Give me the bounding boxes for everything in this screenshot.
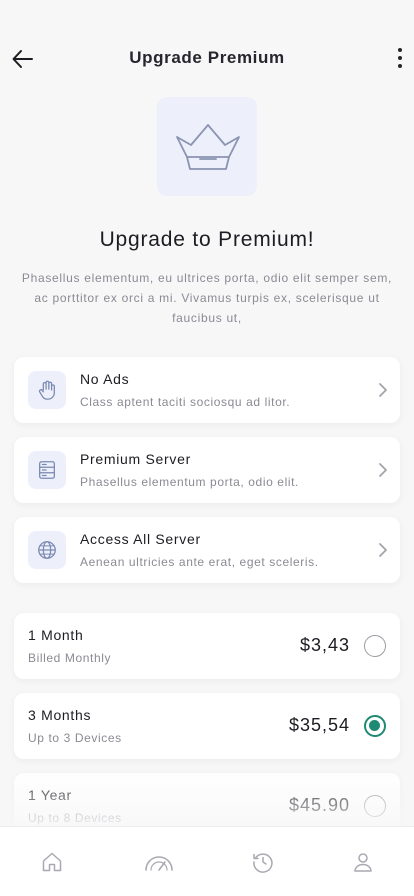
plan-title: 1 Year	[28, 787, 72, 803]
bottom-navigation	[0, 826, 414, 896]
plan-price: $35,54	[288, 715, 350, 735]
plan-subtitle: Billed Monthly	[28, 651, 112, 665]
page-title: Upgrade Premium	[129, 48, 285, 67]
feature-icon-box	[28, 371, 66, 409]
plan-subtitle: Up to 3 Devices	[28, 731, 122, 745]
feature-subtitle: Aenean ultricies ante erat, eget sceleri…	[80, 555, 319, 569]
more-vertical-icon	[398, 48, 402, 52]
plan-title: 1 Month	[28, 627, 84, 643]
feature-subtitle: Class aptent taciti sociosqu ad litor.	[80, 395, 291, 409]
chevron-right-icon	[376, 541, 390, 559]
profile-icon	[354, 853, 372, 872]
hero-description: Phasellus elementum, eu ultrices porta, …	[21, 271, 393, 325]
crown-icon-box	[157, 97, 257, 196]
plan-subtitle: Up to 8 Devices	[28, 811, 122, 825]
speedometer-icon	[145, 856, 173, 871]
globe-icon	[38, 541, 56, 559]
plan-radio[interactable]	[364, 635, 386, 657]
plan-radio[interactable]	[364, 715, 386, 737]
history-icon	[253, 853, 273, 873]
plan-3-months[interactable]: 3 Months Up to 3 Devices $35,54	[14, 693, 400, 759]
plan-price: $3,43	[299, 635, 350, 655]
feature-icon-box	[28, 451, 66, 489]
hero-title: Upgrade to Premium!	[99, 228, 315, 251]
feature-title: No Ads	[80, 371, 130, 387]
hand-icon	[38, 380, 55, 400]
feature-premium-server[interactable]: Premium Server Phasellus elementum porta…	[14, 437, 400, 503]
plan-1-month[interactable]: 1 Month Billed Monthly $3,43	[14, 613, 400, 679]
nav-home[interactable]	[39, 849, 65, 875]
feature-title: Access All Server	[80, 531, 201, 547]
feature-subtitle: Phasellus elementum porta, odio elit.	[80, 475, 299, 489]
nav-speed[interactable]	[143, 849, 175, 875]
plan-title: 3 Months	[28, 707, 92, 723]
nav-history[interactable]	[250, 849, 276, 875]
server-icon	[39, 461, 55, 479]
plan-price: $45.90	[288, 795, 350, 815]
feature-access-all-server[interactable]: Access All Server Aenean ultricies ante …	[14, 517, 400, 583]
home-icon	[42, 852, 62, 872]
feature-icon-box	[28, 531, 66, 569]
crown-icon	[176, 123, 240, 170]
feature-no-ads[interactable]: No Ads Class aptent taciti sociosqu ad l…	[14, 357, 400, 423]
more-options-button[interactable]	[392, 44, 408, 72]
chevron-right-icon	[376, 461, 390, 479]
plan-radio[interactable]	[364, 795, 386, 817]
chevron-right-icon	[376, 381, 390, 399]
feature-title: Premium Server	[80, 451, 191, 467]
nav-profile[interactable]	[350, 849, 376, 875]
